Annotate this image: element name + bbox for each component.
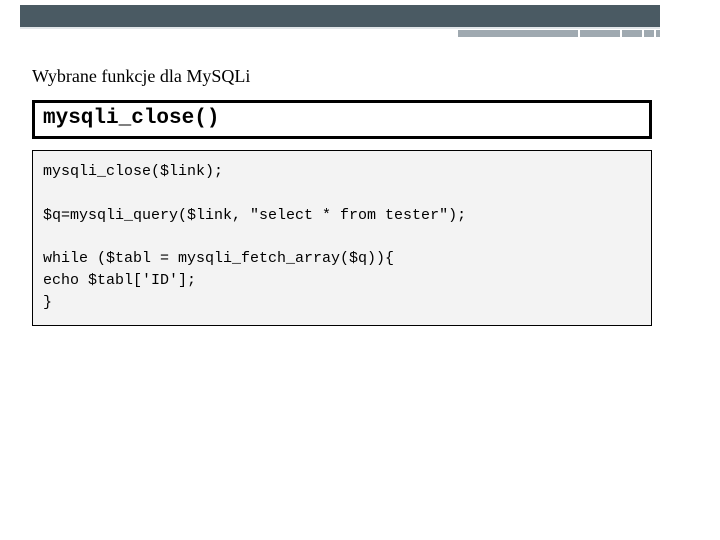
section-heading: Wybrane funkcje dla MySQLi: [32, 66, 250, 87]
code-snippet: mysqli_close($link); $q=mysqli_query($li…: [43, 161, 641, 313]
deco-stripe: [458, 30, 578, 37]
function-name-box: mysqli_close(): [32, 100, 652, 139]
header-bar: [20, 5, 660, 27]
deco-stripe: [656, 30, 660, 37]
deco-stripe: [580, 30, 620, 37]
header-underline: [20, 27, 660, 29]
code-box: mysqli_close($link); $q=mysqli_query($li…: [32, 150, 652, 326]
slide: Wybrane funkcje dla MySQLi mysqli_close(…: [0, 0, 720, 540]
header-decoration: [458, 30, 660, 37]
function-name: mysqli_close(): [43, 107, 219, 130]
deco-stripe: [622, 30, 642, 37]
deco-stripe: [644, 30, 654, 37]
